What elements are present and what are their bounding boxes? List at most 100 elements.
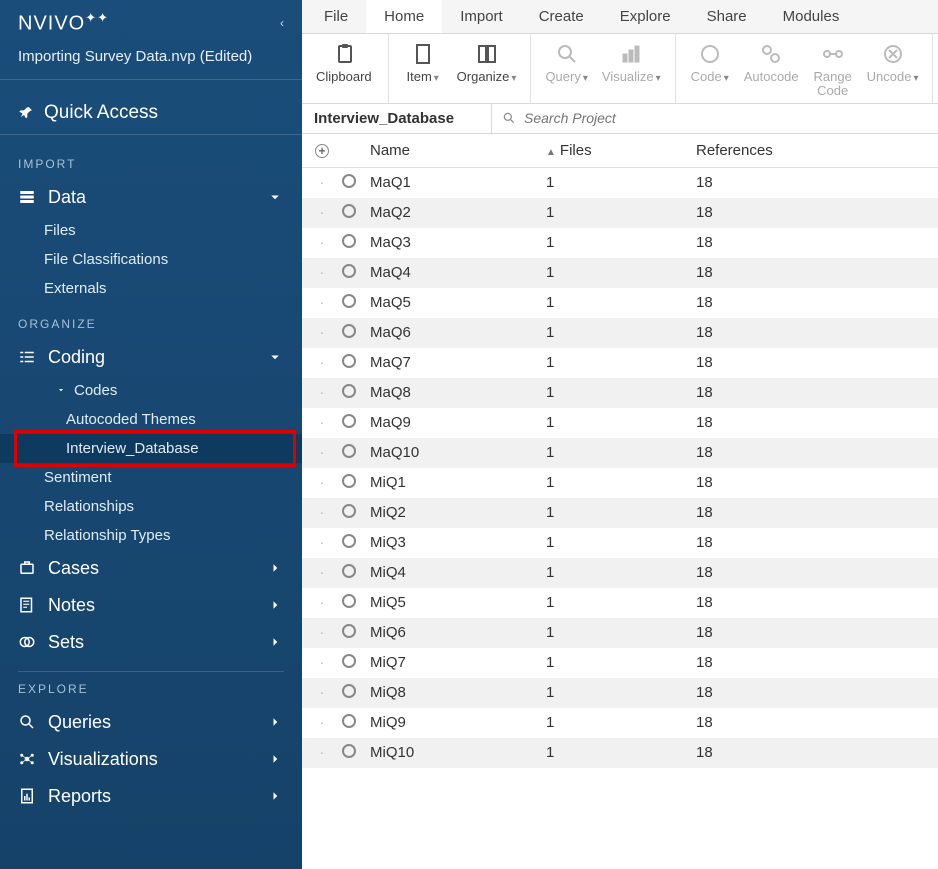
nav-queries[interactable]: Queries <box>0 704 302 741</box>
sidebar-item-sentiment[interactable]: Sentiment <box>0 463 302 492</box>
node-icon <box>342 444 356 458</box>
tree-connector: · <box>302 714 342 731</box>
chevron-right-icon <box>266 787 284 805</box>
table-row[interactable]: ·MiQ9118 <box>302 708 938 738</box>
reports-icon <box>18 787 36 805</box>
table-row[interactable]: ·MaQ3118 <box>302 228 938 258</box>
menu-modules[interactable]: Modules <box>765 0 858 33</box>
table-row[interactable]: ·MiQ8118 <box>302 678 938 708</box>
tree-connector: · <box>302 624 342 641</box>
nav-notes[interactable]: Notes <box>0 587 302 624</box>
sidebar-item-externals[interactable]: Externals <box>0 274 302 303</box>
nav-notes-label: Notes <box>48 595 95 616</box>
tree-connector: · <box>302 474 342 491</box>
tree-connector: · <box>302 324 342 341</box>
ribbon-item[interactable]: Item▾ <box>403 42 443 84</box>
cell-name: MaQ1 <box>366 174 546 191</box>
col-name-header[interactable]: Name <box>366 142 546 159</box>
nav-reports-label: Reports <box>48 786 111 807</box>
cell-name: MaQ8 <box>366 384 546 401</box>
section-import: IMPORT <box>0 143 302 179</box>
table-header: + Name ▲Files References <box>302 134 938 168</box>
col-files-header[interactable]: ▲Files <box>546 142 696 159</box>
menu-import[interactable]: Import <box>442 0 521 33</box>
expand-all-icon[interactable]: + <box>315 144 329 158</box>
ribbon-query: Query▾ <box>545 42 587 84</box>
nav-cases[interactable]: Cases <box>0 550 302 587</box>
sidebar-item-interview-database[interactable]: Interview_Database <box>0 434 302 463</box>
dropdown-icon: ▾ <box>724 73 729 84</box>
expand-header[interactable]: + <box>302 142 342 159</box>
menu-explore[interactable]: Explore <box>602 0 689 33</box>
table-row[interactable]: ·MaQ2118 <box>302 198 938 228</box>
search-box[interactable] <box>492 106 938 130</box>
sidebar-item-relationships[interactable]: Relationships <box>0 492 302 521</box>
menu-file[interactable]: File <box>306 0 366 33</box>
nav-sets[interactable]: Sets <box>0 624 302 661</box>
chevron-right-icon <box>266 633 284 651</box>
nav-visualizations[interactable]: Visualizations <box>0 741 302 778</box>
node-icon <box>342 534 356 548</box>
cell-files: 1 <box>546 624 696 641</box>
node-icon <box>342 624 356 638</box>
tree-connector: · <box>302 384 342 401</box>
table-row[interactable]: ·MiQ10118 <box>302 738 938 768</box>
table-row[interactable]: ·MaQ7118 <box>302 348 938 378</box>
table-row[interactable]: ·MiQ4118 <box>302 558 938 588</box>
cell-refs: 18 <box>696 564 938 581</box>
visualizations-icon <box>18 750 36 768</box>
table-row[interactable]: ·MaQ10118 <box>302 438 938 468</box>
cell-files: 1 <box>546 234 696 251</box>
cell-name: MiQ2 <box>366 504 546 521</box>
menu-home[interactable]: Home <box>366 0 442 33</box>
table-row[interactable]: ·MaQ9118 <box>302 408 938 438</box>
node-icon <box>342 474 356 488</box>
sidebar-collapse-icon[interactable]: ‹ <box>280 16 284 30</box>
table-row[interactable]: ·MiQ1118 <box>302 468 938 498</box>
table-row[interactable]: ·MiQ5118 <box>302 588 938 618</box>
cell-files: 1 <box>546 534 696 551</box>
node-icon <box>342 504 356 518</box>
sidebar-item-codes[interactable]: Codes <box>0 376 302 405</box>
cell-files: 1 <box>546 204 696 221</box>
menu-share[interactable]: Share <box>689 0 765 33</box>
quick-access-label: Quick Access <box>44 102 158 124</box>
table-row[interactable]: ·MaQ8118 <box>302 378 938 408</box>
tree-connector: · <box>302 444 342 461</box>
table-row[interactable]: ·MiQ2118 <box>302 498 938 528</box>
nav-coding-label: Coding <box>48 347 105 368</box>
table-row[interactable]: ·MiQ6118 <box>302 618 938 648</box>
cell-refs: 18 <box>696 534 938 551</box>
ribbon-clipboard[interactable]: Clipboard <box>316 42 374 84</box>
ribbon-organize[interactable]: Organize▾ <box>457 42 517 84</box>
code-icon <box>698 42 722 66</box>
cell-name: MaQ10 <box>366 444 546 461</box>
sidebar-item-autocoded-themes[interactable]: Autocoded Themes <box>0 405 302 434</box>
sidebar-item-relationship-types[interactable]: Relationship Types <box>0 521 302 550</box>
visualize-icon <box>619 42 643 66</box>
col-refs-header[interactable]: References <box>696 142 938 159</box>
ribbon-uncode-label: Uncode <box>867 69 912 84</box>
sidebar-item-file-classifications[interactable]: File Classifications <box>0 245 302 274</box>
table-row[interactable]: ·MaQ4118 <box>302 258 938 288</box>
cell-refs: 18 <box>696 264 938 281</box>
sidebar-item-files[interactable]: Files <box>0 216 302 245</box>
table-row[interactable]: ·MiQ3118 <box>302 528 938 558</box>
table-row[interactable]: ·MaQ5118 <box>302 288 938 318</box>
nav-data[interactable]: Data <box>0 179 302 216</box>
table-row[interactable]: ·MaQ6118 <box>302 318 938 348</box>
section-organize: ORGANIZE <box>0 303 302 339</box>
cell-name: MiQ9 <box>366 714 546 731</box>
quick-access[interactable]: Quick Access <box>0 92 302 135</box>
menu-create[interactable]: Create <box>521 0 602 33</box>
search-input[interactable] <box>524 110 928 126</box>
nav-reports[interactable]: Reports <box>0 778 302 815</box>
nav-cases-label: Cases <box>48 558 99 579</box>
table-row[interactable]: ·MaQ1118 <box>302 168 938 198</box>
table-row[interactable]: ·MiQ7118 <box>302 648 938 678</box>
ribbon-autocode: Autocode <box>744 42 799 99</box>
queries-icon <box>18 713 36 731</box>
cell-files: 1 <box>546 264 696 281</box>
node-icon <box>342 744 356 758</box>
nav-coding[interactable]: Coding <box>0 339 302 376</box>
